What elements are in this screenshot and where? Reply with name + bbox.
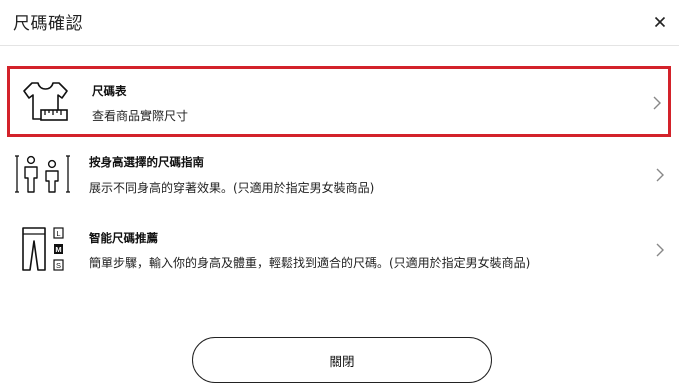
option-name: 智能尺碼推薦 bbox=[89, 231, 158, 245]
option-description: 查看商品實際尺寸 bbox=[92, 109, 189, 123]
dialog-title: 尺碼確認 bbox=[13, 14, 83, 34]
option-description: 展示不同身高的穿著效果。(只適用於指定男女裝商品) bbox=[89, 181, 375, 195]
close-button-label: 關閉 bbox=[329, 353, 355, 369]
option-name: 按身高選擇的尺碼指南 bbox=[89, 155, 204, 169]
chevron-right-icon bbox=[653, 96, 661, 110]
option-height-guide[interactable]: 按身高選擇的尺碼指南 展示不同身高的穿著效果。(只適用於指定男女裝商品) bbox=[7, 140, 671, 210]
option-size-chart[interactable]: 尺碼表 查看商品實際尺寸 bbox=[7, 66, 671, 137]
height-people-icon bbox=[15, 155, 70, 193]
close-button[interactable]: 關閉 bbox=[192, 337, 492, 383]
chevron-right-icon bbox=[656, 168, 664, 182]
size-label: S bbox=[56, 261, 61, 270]
option-smart-size[interactable]: L M S 智能尺碼推薦 簡單步驟，輸入你的身高及體重，輕鬆找到適合的尺碼。(只… bbox=[7, 216, 671, 286]
option-name: 尺碼表 bbox=[92, 84, 127, 98]
tshirt-ruler-icon bbox=[23, 82, 68, 121]
option-description: 簡單步驟，輸入你的身高及體重，輕鬆找到適合的尺碼。(只適用於指定男女裝商品) bbox=[89, 256, 531, 270]
dialog-header: 尺碼確認 bbox=[0, 0, 679, 46]
chevron-right-icon bbox=[656, 243, 664, 257]
close-icon[interactable] bbox=[650, 12, 670, 32]
size-label: M bbox=[55, 245, 61, 254]
size-label: L bbox=[56, 229, 60, 238]
pants-size-icon: L M S bbox=[22, 227, 64, 271]
